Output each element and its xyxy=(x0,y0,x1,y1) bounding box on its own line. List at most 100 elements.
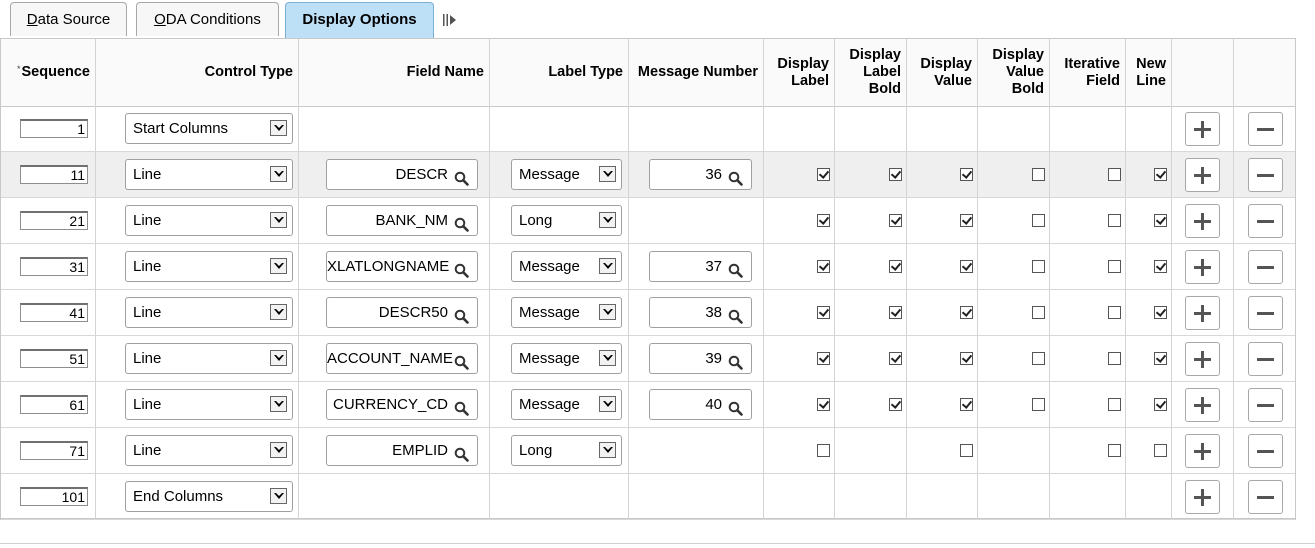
magnifier-icon[interactable] xyxy=(454,305,469,324)
magnifier-icon[interactable] xyxy=(454,397,469,416)
iterative-field-checkbox[interactable] xyxy=(1108,260,1121,273)
dropdown-arrow-icon[interactable] xyxy=(270,396,287,412)
field-name-input[interactable]: DESCR50 xyxy=(326,297,478,328)
sequence-input[interactable]: 31 xyxy=(20,257,88,276)
delete-row-button[interactable] xyxy=(1248,296,1283,330)
dropdown-arrow-icon[interactable] xyxy=(270,120,287,136)
display-label-bold-checkbox[interactable] xyxy=(889,168,902,181)
display-value-bold-checkbox[interactable] xyxy=(1032,398,1045,411)
new-line-checkbox[interactable] xyxy=(1154,398,1167,411)
display-value-bold-checkbox[interactable] xyxy=(1032,260,1045,273)
dropdown-arrow-icon[interactable] xyxy=(270,442,287,458)
tab-data-source[interactable]: Data Source xyxy=(10,2,127,36)
dropdown-arrow-icon[interactable] xyxy=(599,442,616,458)
magnifier-icon[interactable] xyxy=(728,259,743,278)
control-type-select[interactable]: Line xyxy=(125,435,293,466)
control-type-select[interactable]: Line xyxy=(125,251,293,282)
display-value-bold-checkbox[interactable] xyxy=(1032,306,1045,319)
display-label-checkbox[interactable] xyxy=(817,444,830,457)
delete-row-button[interactable] xyxy=(1248,388,1283,422)
control-type-select[interactable]: Line xyxy=(125,297,293,328)
magnifier-icon[interactable] xyxy=(728,351,743,370)
sequence-input[interactable]: 101 xyxy=(20,487,88,506)
add-row-button[interactable] xyxy=(1185,388,1220,422)
new-line-checkbox[interactable] xyxy=(1154,214,1167,227)
display-value-checkbox[interactable] xyxy=(960,444,973,457)
display-value-checkbox[interactable] xyxy=(960,214,973,227)
field-name-input[interactable]: CURRENCY_CD xyxy=(326,389,478,420)
control-type-select[interactable]: Line xyxy=(125,389,293,420)
label-type-select[interactable]: Long xyxy=(511,435,622,466)
sequence-input[interactable]: 61 xyxy=(20,395,88,414)
control-type-select[interactable]: Line xyxy=(125,343,293,374)
delete-row-button[interactable] xyxy=(1248,480,1283,514)
iterative-field-checkbox[interactable] xyxy=(1108,168,1121,181)
sequence-input[interactable]: 41 xyxy=(20,303,88,322)
message-number-input[interactable]: 38 xyxy=(649,297,752,328)
add-row-button[interactable] xyxy=(1185,480,1220,514)
display-value-checkbox[interactable] xyxy=(960,168,973,181)
add-row-button[interactable] xyxy=(1185,204,1220,238)
new-line-checkbox[interactable] xyxy=(1154,260,1167,273)
sequence-input[interactable]: 51 xyxy=(20,349,88,368)
new-line-checkbox[interactable] xyxy=(1154,168,1167,181)
display-label-bold-checkbox[interactable] xyxy=(889,260,902,273)
tab-oda-conditions[interactable]: ODA Conditions xyxy=(136,2,279,36)
new-line-checkbox[interactable] xyxy=(1154,352,1167,365)
dropdown-arrow-icon[interactable] xyxy=(270,304,287,320)
dropdown-arrow-icon[interactable] xyxy=(270,488,287,504)
label-type-select[interactable]: Message xyxy=(511,389,622,420)
dropdown-arrow-icon[interactable] xyxy=(270,350,287,366)
display-label-checkbox[interactable] xyxy=(817,260,830,273)
add-row-button[interactable] xyxy=(1185,434,1220,468)
iterative-field-checkbox[interactable] xyxy=(1108,214,1121,227)
magnifier-icon[interactable] xyxy=(454,213,469,232)
control-type-select[interactable]: Start Columns xyxy=(125,113,293,144)
delete-row-button[interactable] xyxy=(1248,112,1283,146)
add-row-button[interactable] xyxy=(1185,158,1220,192)
display-label-bold-checkbox[interactable] xyxy=(889,214,902,227)
add-row-button[interactable] xyxy=(1185,342,1220,376)
field-name-input[interactable]: ACCOUNT_NAME xyxy=(326,343,478,374)
magnifier-icon[interactable] xyxy=(728,167,743,186)
dropdown-arrow-icon[interactable] xyxy=(599,350,616,366)
field-name-input[interactable]: EMPLID xyxy=(326,435,478,466)
magnifier-icon[interactable] xyxy=(454,167,469,186)
dropdown-arrow-icon[interactable] xyxy=(599,212,616,228)
display-label-checkbox[interactable] xyxy=(817,306,830,319)
message-number-input[interactable]: 36 xyxy=(649,159,752,190)
delete-row-button[interactable] xyxy=(1248,250,1283,284)
sequence-input[interactable]: 21 xyxy=(20,211,88,230)
display-value-bold-checkbox[interactable] xyxy=(1032,352,1045,365)
control-type-select[interactable]: End Columns xyxy=(125,481,293,512)
tab-display-options[interactable]: Display Options xyxy=(285,2,434,39)
control-type-select[interactable]: Line xyxy=(125,159,293,190)
field-name-input[interactable]: DESCR xyxy=(326,159,478,190)
display-label-checkbox[interactable] xyxy=(817,398,830,411)
iterative-field-checkbox[interactable] xyxy=(1108,352,1121,365)
add-row-button[interactable] xyxy=(1185,112,1220,146)
field-name-input[interactable]: XLATLONGNAME xyxy=(326,251,478,282)
magnifier-icon[interactable] xyxy=(454,351,469,370)
dropdown-arrow-icon[interactable] xyxy=(599,304,616,320)
display-label-bold-checkbox[interactable] xyxy=(889,398,902,411)
delete-row-button[interactable] xyxy=(1248,204,1283,238)
magnifier-icon[interactable] xyxy=(728,397,743,416)
add-row-button[interactable] xyxy=(1185,250,1220,284)
dropdown-arrow-icon[interactable] xyxy=(599,396,616,412)
display-value-bold-checkbox[interactable] xyxy=(1032,168,1045,181)
sequence-input[interactable]: 71 xyxy=(20,441,88,460)
delete-row-button[interactable] xyxy=(1248,342,1283,376)
collapse-tabs-icon[interactable] xyxy=(442,12,458,28)
message-number-input[interactable]: 37 xyxy=(649,251,752,282)
dropdown-arrow-icon[interactable] xyxy=(270,212,287,228)
display-label-bold-checkbox[interactable] xyxy=(889,352,902,365)
label-type-select[interactable]: Message xyxy=(511,159,622,190)
dropdown-arrow-icon[interactable] xyxy=(599,166,616,182)
new-line-checkbox[interactable] xyxy=(1154,444,1167,457)
iterative-field-checkbox[interactable] xyxy=(1108,398,1121,411)
sequence-input[interactable]: 1 xyxy=(20,119,88,138)
sequence-input[interactable]: 11 xyxy=(20,165,88,184)
display-value-checkbox[interactable] xyxy=(960,398,973,411)
display-label-checkbox[interactable] xyxy=(817,352,830,365)
